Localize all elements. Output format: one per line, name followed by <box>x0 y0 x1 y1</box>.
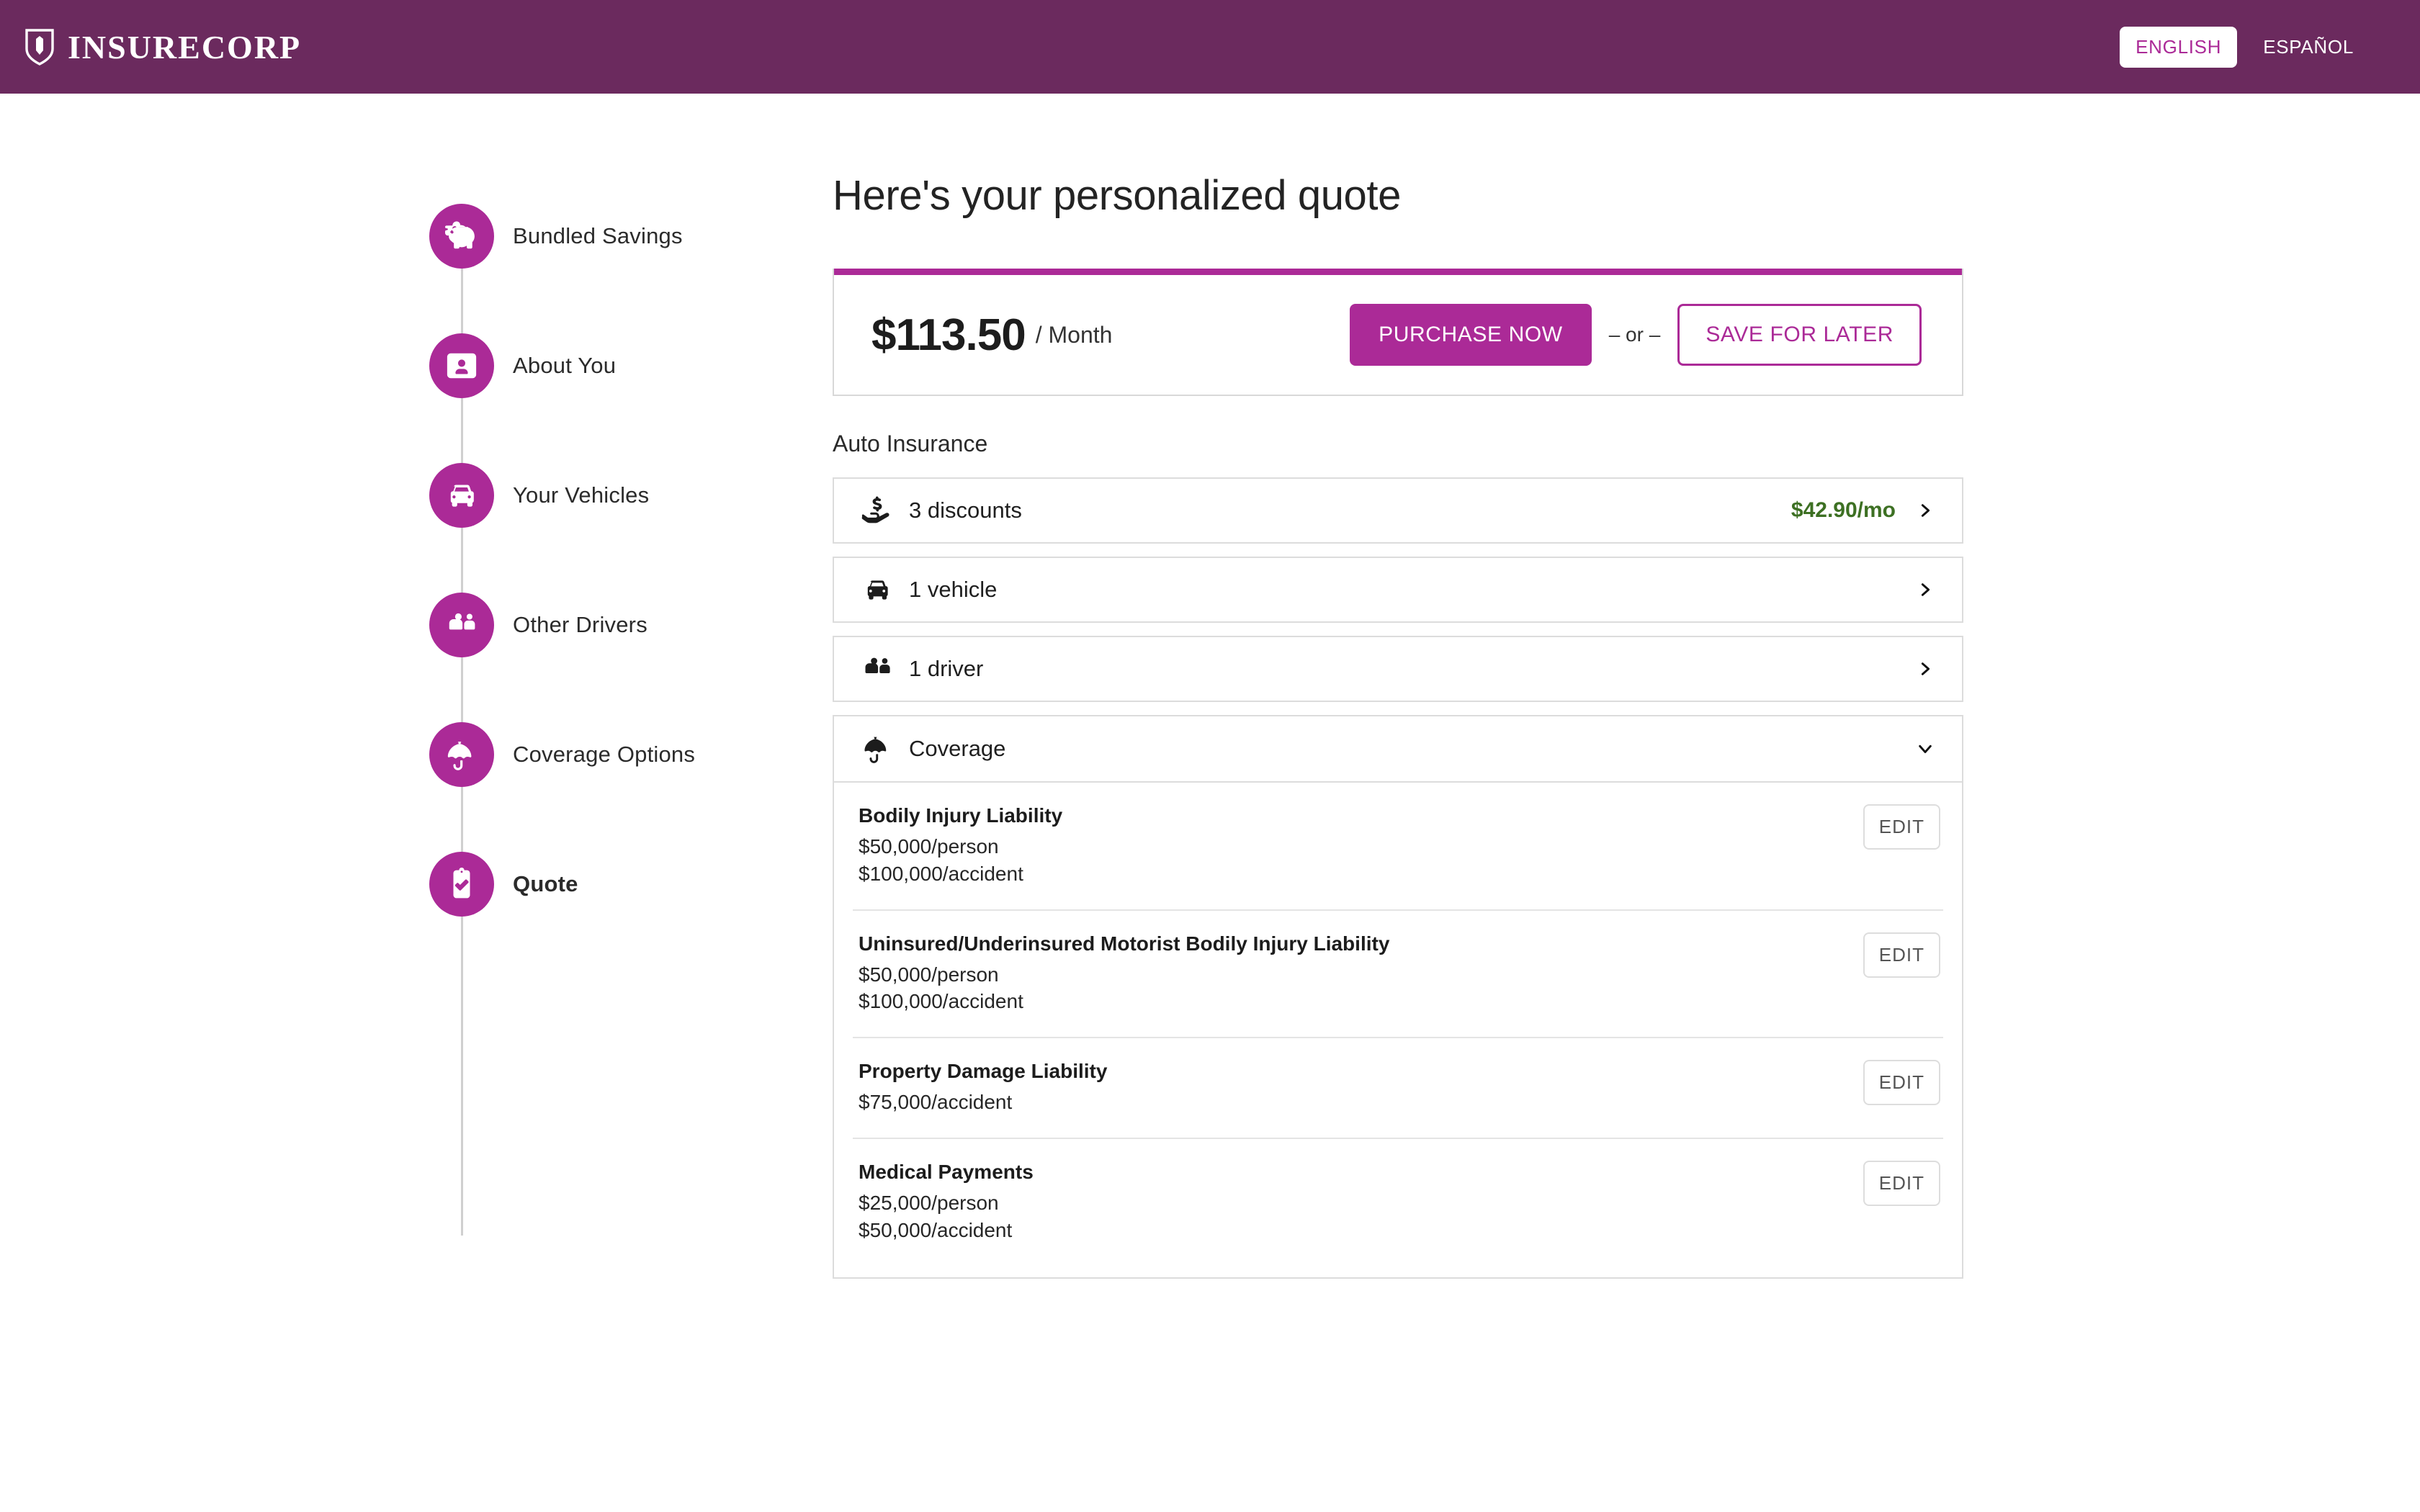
or-separator: – or – <box>1608 323 1661 346</box>
page-title: Here's your personalized quote <box>833 172 1401 219</box>
sidebar-item-label: Coverage Options <box>513 742 696 767</box>
summary-row-right: $42.90/mo <box>1791 498 1933 523</box>
coverage-group: Coverage Bodily Injury Liability $50,000… <box>833 715 1963 1279</box>
price-actions: PURCHASE NOW – or – SAVE FOR LATER <box>1350 304 1922 366</box>
sidebar-item-label: Quote <box>513 871 578 896</box>
summary-row-label: 3 discounts <box>909 498 1022 523</box>
sidebar-item-quote[interactable]: Quote <box>429 819 833 949</box>
price-amount: $113.50 <box>871 310 1026 360</box>
site-header: INSURECORP ENGLISH ESPAÑOL <box>0 0 2420 94</box>
coverage-item: Medical Payments $25,000/person $50,000/… <box>853 1139 1943 1277</box>
price-card-accent-bar <box>834 269 1962 275</box>
id-card-icon <box>429 333 494 398</box>
coverage-item-name: Uninsured/Underinsured Motorist Bodily I… <box>859 932 1390 955</box>
chevron-down-icon <box>1919 744 1932 754</box>
coverage-item-name: Medical Payments <box>859 1160 1034 1183</box>
umbrella-icon <box>429 722 494 787</box>
summary-row-right <box>1917 661 1933 677</box>
sidebar-item-label: Your Vehicles <box>513 482 650 508</box>
sidebar-item-about-you[interactable]: About You <box>429 301 833 431</box>
clipboard-check-icon <box>429 852 494 917</box>
summary-row-label: 1 vehicle <box>909 577 998 602</box>
coverage-item-texts: Medical Payments $25,000/person $50,000/… <box>853 1161 1863 1244</box>
coverage-header-right <box>1917 741 1933 757</box>
coverage-label: Coverage <box>909 736 1006 761</box>
sidebar-item-coverage-options[interactable]: Coverage Options <box>429 690 833 819</box>
edit-button[interactable]: EDIT <box>1863 804 1940 850</box>
sidebar-item-other-drivers[interactable]: Other Drivers <box>429 560 833 690</box>
lang-spanish-button[interactable]: ESPAÑOL <box>2247 27 2370 68</box>
discount-amount: $42.90/mo <box>1791 498 1896 522</box>
brand-logo: INSURECORP <box>24 28 301 66</box>
coverage-item-texts: Bodily Injury Liability $50,000/person $… <box>853 804 1863 888</box>
summary-row-label: 1 driver <box>909 656 984 681</box>
price-period: / Month <box>1035 321 1113 348</box>
coverage-item-line2: $100,000/accident <box>859 862 1023 885</box>
chevron-right-icon <box>1921 662 1930 675</box>
coverage-item-line1: $50,000/person <box>859 835 999 858</box>
umbrella-icon <box>859 734 896 763</box>
purchase-now-button[interactable]: PURCHASE NOW <box>1350 304 1592 366</box>
coverage-item-texts: Uninsured/Underinsured Motorist Bodily I… <box>853 932 1863 1016</box>
sidebar-item-your-vehicles[interactable]: Your Vehicles <box>429 431 833 560</box>
coverage-item: Uninsured/Underinsured Motorist Bodily I… <box>853 911 1943 1039</box>
hand-holding-dollar-icon <box>859 496 896 525</box>
brand-name: INSURECORP <box>68 28 302 66</box>
summary-row-driver[interactable]: 1 driver <box>833 636 1963 702</box>
sidebar-item-label: Bundled Savings <box>513 223 683 248</box>
language-switch: ENGLISH ESPAÑOL <box>2120 26 2370 68</box>
sidebar-item-bundled-savings[interactable]: Bundled Savings <box>429 171 833 301</box>
summary-row-vehicle[interactable]: 1 vehicle <box>833 557 1963 623</box>
main-content: Here's your personalized quote $113.50 /… <box>833 166 1963 1279</box>
piggy-bank-icon <box>429 204 494 269</box>
coverage-item-name: Bodily Injury Liability <box>859 804 1063 827</box>
chevron-right-icon <box>1921 583 1930 596</box>
page-body: Bundled Savings About You Your Vehicles … <box>0 94 2420 1279</box>
people-icon <box>859 655 896 683</box>
save-for-later-button[interactable]: SAVE FOR LATER <box>1677 304 1922 366</box>
edit-button[interactable]: EDIT <box>1863 1060 1940 1106</box>
coverage-item-list: Bodily Injury Liability $50,000/person $… <box>834 783 1962 1277</box>
people-icon <box>429 593 494 657</box>
chevron-right-icon <box>1921 504 1930 517</box>
coverage-item-line1: $25,000/person <box>859 1191 999 1214</box>
price-card: $113.50 / Month PURCHASE NOW – or – SAVE… <box>833 269 1963 396</box>
summary-row-right <box>1917 582 1933 598</box>
coverage-item-line2: $100,000/accident <box>859 990 1023 1013</box>
summary-row-discounts[interactable]: 3 discounts $42.90/mo <box>833 477 1963 544</box>
sidebar-item-label: Other Drivers <box>513 612 647 637</box>
coverage-item-texts: Property Damage Liability $75,000/accide… <box>853 1060 1863 1116</box>
car-icon <box>429 463 494 528</box>
price-card-body: $113.50 / Month PURCHASE NOW – or – SAVE… <box>834 275 1962 395</box>
lang-english-button[interactable]: ENGLISH <box>2120 26 2238 68</box>
coverage-item: Bodily Injury Liability $50,000/person $… <box>853 783 1943 911</box>
shield-icon <box>24 28 55 66</box>
section-label-auto-insurance: Auto Insurance <box>833 431 988 456</box>
edit-button[interactable]: EDIT <box>1863 1160 1940 1206</box>
coverage-header-toggle[interactable]: Coverage <box>834 716 1962 783</box>
coverage-item: Property Damage Liability $75,000/accide… <box>853 1038 1943 1139</box>
car-front-icon <box>859 575 896 604</box>
progress-stepper: Bundled Savings About You Your Vehicles … <box>429 166 833 1279</box>
coverage-item-line2: $50,000/accident <box>859 1218 1013 1241</box>
edit-button[interactable]: EDIT <box>1863 932 1940 978</box>
sidebar-item-label: About You <box>513 353 617 378</box>
coverage-item-line1: $75,000/accident <box>859 1091 1013 1114</box>
coverage-item-name: Property Damage Liability <box>859 1060 1108 1083</box>
coverage-item-line1: $50,000/person <box>859 963 999 986</box>
